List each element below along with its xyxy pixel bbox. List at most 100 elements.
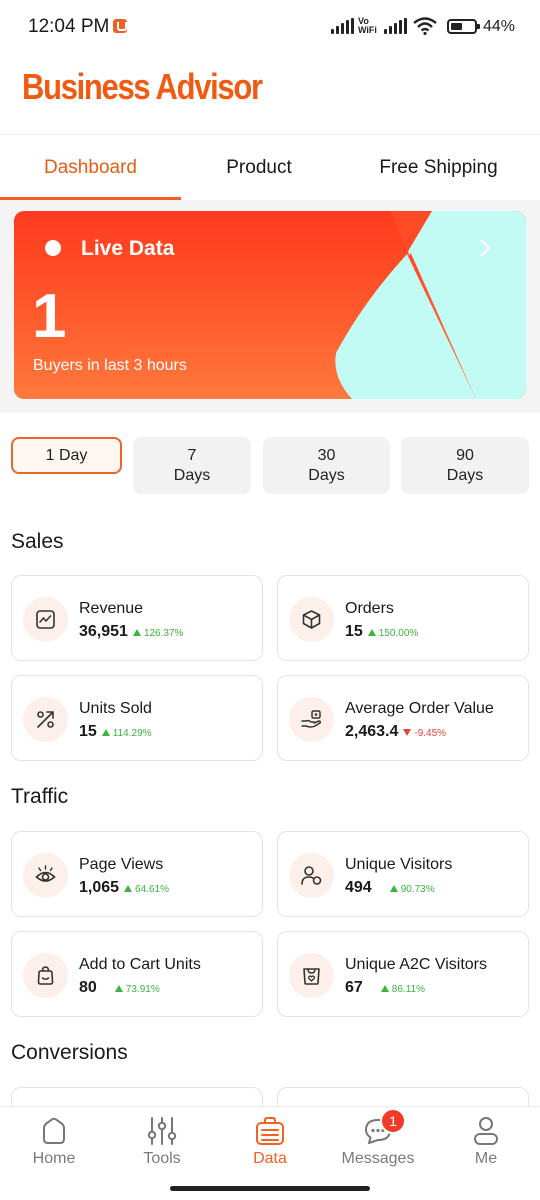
tab-dashboard[interactable]: Dashboard — [0, 135, 181, 200]
nav-label: Data — [253, 1150, 287, 1167]
percent-icon — [23, 697, 68, 742]
tab-product[interactable]: Product — [181, 135, 337, 200]
period-label: 30 Days — [308, 446, 345, 484]
metric-value: 80 — [79, 979, 97, 996]
period-label: 7 Days — [173, 446, 211, 484]
triangle-down-icon — [403, 729, 412, 736]
metric-orders[interactable]: Orders 15 150.00% — [277, 575, 529, 661]
metric-label: Add to Cart Units — [79, 956, 201, 973]
triangle-up-icon — [114, 985, 123, 992]
metric-change: 64.61% — [124, 884, 169, 895]
nav-me[interactable]: Me — [432, 1107, 540, 1187]
metric-unique-visitors[interactable]: Unique Visitors 494 90.73% — [277, 831, 529, 917]
nav-home[interactable]: Home — [0, 1107, 108, 1187]
status-bar: 12:04 PM Vo WiFi 44% — [0, 0, 540, 56]
sliders-icon — [147, 1117, 177, 1145]
nav-tools[interactable]: Tools — [108, 1107, 216, 1187]
metric-value: 15 — [79, 723, 97, 740]
section-title-conversions: Conversions — [11, 1041, 128, 1064]
person-icon — [474, 1117, 498, 1145]
metric-change-text: 150.00% — [378, 628, 419, 639]
notification-icon — [113, 19, 127, 33]
period-90-days[interactable]: 90 Days — [401, 437, 529, 494]
box-icon — [289, 597, 334, 642]
live-data-card[interactable]: Live Data 1 Buyers in last 3 hours — [14, 211, 526, 399]
eye-icon — [23, 853, 68, 898]
metric-change: 86.11% — [380, 984, 425, 995]
messages-badge: 1 — [380, 1108, 406, 1134]
metric-label: Revenue — [79, 600, 144, 617]
metric-change-text: -9.45% — [414, 728, 447, 739]
nav-data[interactable]: Data — [216, 1107, 324, 1187]
metric-value: 2,463.4 — [345, 723, 399, 740]
metric-units-sold[interactable]: Units Sold 15 114.29% — [11, 675, 263, 761]
metric-add-to-cart-units[interactable]: Add to Cart Units 80 73.91% — [11, 931, 263, 1017]
vowifi-icon: Vo WiFi — [358, 17, 377, 35]
live-section: Live Data 1 Buyers in last 3 hours — [0, 200, 540, 413]
users-icon — [289, 853, 334, 898]
home-indicator[interactable] — [170, 1186, 370, 1191]
period-label: 1 Day — [45, 446, 88, 464]
metric-change: 150.00% — [367, 628, 419, 639]
data-icon — [256, 1117, 284, 1145]
metric-revenue[interactable]: Revenue 36,951 126.37% — [11, 575, 263, 661]
metric-label: Orders — [345, 600, 394, 617]
metric-value: 36,951 — [79, 623, 128, 640]
top-tabs: Dashboard Product Free Shipping — [0, 135, 540, 200]
metric-change: 73.91% — [114, 984, 160, 995]
page-title: Business Advisor — [22, 66, 263, 107]
live-indicator-dot — [45, 240, 61, 256]
metric-change: -9.45% — [403, 728, 446, 739]
signal-icon — [331, 18, 355, 34]
metric-label: Units Sold — [79, 700, 152, 717]
section-title-sales: Sales — [11, 530, 64, 553]
nav-label: Tools — [143, 1150, 181, 1167]
metric-value: 15 — [345, 623, 363, 640]
metric-change-text: 126.37% — [143, 628, 184, 639]
metric-change-text: 64.61% — [135, 884, 169, 895]
hand-money-icon — [289, 697, 334, 742]
metric-label: Page Views — [79, 856, 164, 873]
home-icon — [43, 1117, 65, 1144]
metric-value: 67 — [345, 979, 363, 996]
period-30-days[interactable]: 30 Days — [263, 437, 390, 494]
nav-label: Me — [474, 1150, 498, 1167]
metric-change: 114.29% — [101, 728, 152, 739]
metric-average-order-value[interactable]: Average Order Value 2,463.4 -9.45% — [277, 675, 529, 761]
live-buyer-count: 1 — [32, 282, 67, 351]
wifi-icon — [413, 17, 437, 35]
period-label: 90 Days — [446, 446, 484, 484]
bag-heart-icon — [289, 953, 334, 998]
triangle-up-icon — [132, 629, 141, 636]
bag-icon — [23, 953, 68, 998]
chevron-right-icon[interactable] — [477, 238, 495, 258]
app-root: 12:04 PM Vo WiFi 44% Business Advisor Da… — [0, 0, 540, 1200]
metric-change: 90.73% — [389, 884, 435, 895]
battery-level: 44% — [483, 18, 516, 35]
status-time: 12:04 PM — [28, 16, 110, 37]
metric-change-text: 73.91% — [125, 984, 160, 995]
triangle-up-icon — [389, 885, 398, 892]
triangle-up-icon — [101, 729, 110, 736]
live-subtitle: Buyers in last 3 hours — [33, 357, 187, 374]
section-title-traffic: Traffic — [11, 785, 69, 808]
live-data-title: Live Data — [81, 237, 175, 260]
nav-messages[interactable]: Messages — [324, 1107, 432, 1187]
metric-page-views[interactable]: Page Views 1,065 64.61% — [11, 831, 263, 917]
metric-label: Unique Visitors — [345, 856, 453, 873]
period-7-days[interactable]: 7 Days — [133, 437, 251, 494]
metric-label: Unique A2C Visitors — [345, 956, 487, 973]
triangle-up-icon — [380, 985, 389, 992]
triangle-up-icon — [367, 629, 376, 636]
metric-value: 1,065 — [79, 879, 120, 896]
tab-free-shipping[interactable]: Free Shipping — [337, 135, 540, 200]
metric-value: 494 — [345, 879, 372, 896]
metric-change-text: 114.29% — [112, 728, 152, 739]
metric-change-text: 86.11% — [391, 984, 425, 995]
vowifi-wifi: WiFi — [358, 25, 377, 35]
metric-change: 126.37% — [132, 628, 184, 639]
trend-chart-icon — [23, 597, 68, 642]
nav-label: Messages — [341, 1150, 415, 1167]
period-1-day[interactable]: 1 Day — [11, 437, 122, 474]
metric-unique-a2c-visitors[interactable]: Unique A2C Visitors 67 86.11% — [277, 931, 529, 1017]
